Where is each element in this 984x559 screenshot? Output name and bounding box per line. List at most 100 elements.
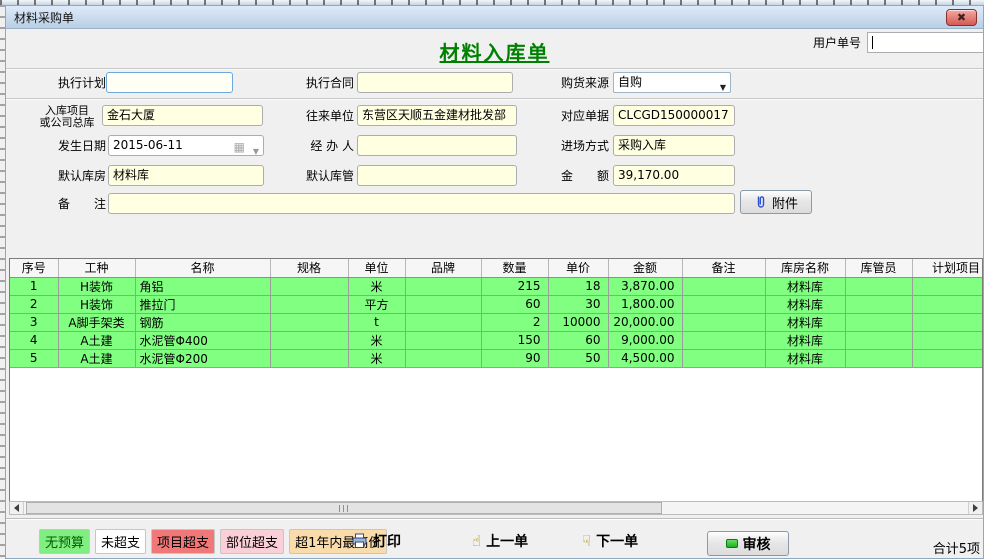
- date-picker[interactable]: 2015-06-11 ▦ ▼: [108, 135, 264, 156]
- table-cell[interactable]: 90: [481, 349, 548, 367]
- table-cell[interactable]: [270, 313, 348, 331]
- table-cell[interactable]: 9,000.00: [608, 331, 682, 349]
- column-header[interactable]: 单价: [548, 259, 608, 277]
- print-button[interactable]: 打印: [351, 531, 401, 551]
- table-cell[interactable]: [405, 295, 481, 313]
- table-cell[interactable]: 3,870.00: [608, 277, 682, 295]
- table-row[interactable]: 5A土建水泥管Φ200米90504,500.00材料库: [10, 349, 983, 367]
- table-row[interactable]: 2H装饰推拉门平方60301,800.00材料库: [10, 295, 983, 313]
- column-header[interactable]: 工种: [58, 259, 135, 277]
- amount-input[interactable]: 39,170.00: [613, 165, 735, 186]
- column-header[interactable]: 数量: [481, 259, 548, 277]
- table-cell[interactable]: 材料库: [765, 331, 845, 349]
- table-cell[interactable]: 米: [348, 277, 405, 295]
- table-cell[interactable]: [912, 295, 983, 313]
- table-cell[interactable]: 水泥管Φ200: [135, 349, 270, 367]
- table-cell[interactable]: 3: [10, 313, 58, 331]
- table-cell[interactable]: A脚手架类: [58, 313, 135, 331]
- table-cell[interactable]: [270, 295, 348, 313]
- table-cell[interactable]: [682, 295, 765, 313]
- exec-contract-input[interactable]: [357, 72, 513, 93]
- table-cell[interactable]: 钢筋: [135, 313, 270, 331]
- table-cell[interactable]: 150: [481, 331, 548, 349]
- table-cell[interactable]: [912, 349, 983, 367]
- table-cell[interactable]: [405, 349, 481, 367]
- table-cell[interactable]: 材料库: [765, 295, 845, 313]
- scrollbar-thumb[interactable]: [26, 502, 662, 514]
- table-cell[interactable]: 米: [348, 349, 405, 367]
- calendar-icon[interactable]: ▦: [234, 138, 245, 156]
- table-cell[interactable]: [682, 331, 765, 349]
- attachment-button[interactable]: 附件: [740, 190, 812, 214]
- table-cell[interactable]: [912, 331, 983, 349]
- table-cell[interactable]: H装饰: [58, 295, 135, 313]
- column-header[interactable]: 金额: [608, 259, 682, 277]
- column-header[interactable]: 库管员: [845, 259, 912, 277]
- table-cell[interactable]: 平方: [348, 295, 405, 313]
- ref-doc-input[interactable]: CLCGD150000017: [613, 105, 735, 126]
- handler-input[interactable]: [357, 135, 517, 156]
- horizontal-scrollbar[interactable]: [9, 501, 983, 515]
- column-header[interactable]: 序号: [10, 259, 58, 277]
- chevron-down-icon[interactable]: ▼: [720, 78, 726, 97]
- date-dropdown-icon[interactable]: ▼: [253, 142, 259, 156]
- table-cell[interactable]: 4,500.00: [608, 349, 682, 367]
- table-cell[interactable]: 4: [10, 331, 58, 349]
- table-cell[interactable]: 215: [481, 277, 548, 295]
- next-doc-button[interactable]: ☟ 下一单: [582, 531, 638, 551]
- table-cell[interactable]: 水泥管Φ400: [135, 331, 270, 349]
- table-cell[interactable]: [912, 277, 983, 295]
- table-cell[interactable]: [912, 313, 983, 331]
- column-header[interactable]: 规格: [270, 259, 348, 277]
- audit-button[interactable]: 审核: [707, 531, 789, 556]
- scroll-right-arrow[interactable]: [968, 502, 982, 514]
- table-cell[interactable]: 2: [10, 295, 58, 313]
- table-cell[interactable]: [845, 349, 912, 367]
- table-cell[interactable]: 米: [348, 331, 405, 349]
- table-cell[interactable]: 60: [481, 295, 548, 313]
- table-cell[interactable]: 5: [10, 349, 58, 367]
- column-header[interactable]: 备注: [682, 259, 765, 277]
- table-cell[interactable]: [405, 331, 481, 349]
- user-no-input[interactable]: [867, 32, 984, 53]
- table-cell[interactable]: 20,000.00: [608, 313, 682, 331]
- purchase-source-select[interactable]: 自购 ▼: [613, 72, 731, 93]
- table-cell[interactable]: A土建: [58, 349, 135, 367]
- table-cell[interactable]: 60: [548, 331, 608, 349]
- table-row[interactable]: 3A脚手架类钢筋t21000020,000.00材料库: [10, 313, 983, 331]
- column-header[interactable]: 库房名称: [765, 259, 845, 277]
- table-cell[interactable]: [405, 313, 481, 331]
- table-cell[interactable]: 材料库: [765, 349, 845, 367]
- table-cell[interactable]: [845, 331, 912, 349]
- column-header[interactable]: 计划项目: [912, 259, 983, 277]
- table-cell[interactable]: [682, 349, 765, 367]
- column-header[interactable]: 品牌: [405, 259, 481, 277]
- table-cell[interactable]: [270, 331, 348, 349]
- titlebar[interactable]: 材料采购单: [6, 6, 983, 29]
- exec-plan-input[interactable]: [106, 72, 233, 93]
- table-cell[interactable]: 1: [10, 277, 58, 295]
- table-row[interactable]: 1H装饰角铝米215183,870.00材料库: [10, 277, 983, 295]
- table-cell[interactable]: [845, 313, 912, 331]
- counterparty-input[interactable]: 东营区天顺五金建材批发部: [357, 105, 517, 126]
- project-input[interactable]: 金石大厦: [102, 105, 263, 126]
- column-header[interactable]: 单位: [348, 259, 405, 277]
- column-header[interactable]: 名称: [135, 259, 270, 277]
- table-cell[interactable]: 30: [548, 295, 608, 313]
- table-cell[interactable]: [845, 295, 912, 313]
- table-cell[interactable]: 材料库: [765, 313, 845, 331]
- table-cell[interactable]: A土建: [58, 331, 135, 349]
- table-cell[interactable]: 角铝: [135, 277, 270, 295]
- table-cell[interactable]: 1,800.00: [608, 295, 682, 313]
- table-cell[interactable]: [682, 277, 765, 295]
- remark-input[interactable]: [108, 193, 735, 214]
- table-cell[interactable]: H装饰: [58, 277, 135, 295]
- default-keeper-input[interactable]: [357, 165, 517, 186]
- entry-mode-input[interactable]: 采购入库: [613, 135, 735, 156]
- scroll-left-arrow[interactable]: [10, 502, 24, 514]
- prev-doc-button[interactable]: ☝ 上一单: [472, 531, 528, 551]
- table-cell[interactable]: 10000: [548, 313, 608, 331]
- table-cell[interactable]: 材料库: [765, 277, 845, 295]
- table-cell[interactable]: [270, 277, 348, 295]
- table-cell[interactable]: [845, 277, 912, 295]
